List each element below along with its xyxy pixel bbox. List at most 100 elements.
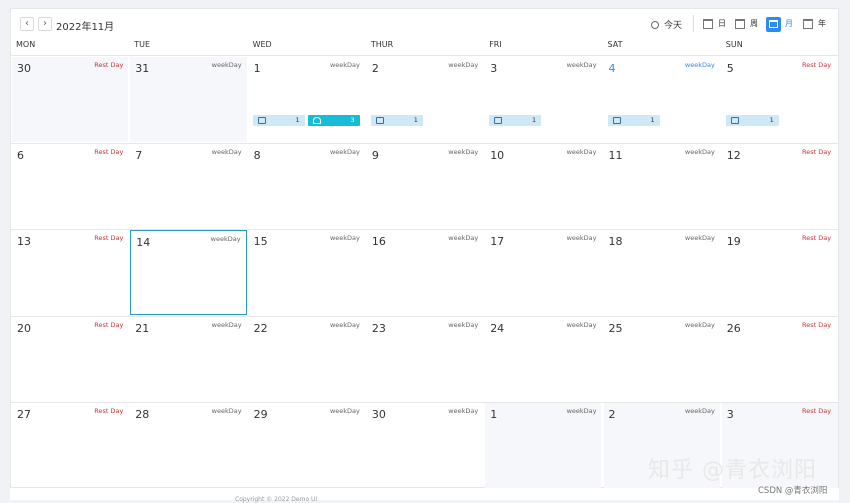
day-number: 10 bbox=[490, 148, 505, 162]
day-cell[interactable]: 1 weekDay bbox=[485, 403, 602, 488]
day-cell[interactable]: 23 weekDay bbox=[367, 317, 483, 402]
day-cell[interactable]: 19 Rest Day bbox=[722, 230, 838, 315]
year-view-icon bbox=[803, 19, 813, 29]
task-count-badge[interactable]: 1 bbox=[725, 115, 779, 126]
day-view-icon bbox=[703, 19, 713, 29]
view-day-label: 日 bbox=[718, 19, 726, 28]
briefcase-icon bbox=[257, 117, 266, 124]
day-number: 29 bbox=[253, 408, 268, 421]
day-cell[interactable]: 13 Rest Day bbox=[12, 230, 128, 315]
view-week-button[interactable]: 周 bbox=[735, 16, 758, 32]
person-icon bbox=[312, 117, 321, 124]
weekday-tag: weekDay bbox=[566, 61, 597, 69]
day-cell[interactable]: 20 Rest Day bbox=[12, 317, 128, 402]
view-month-button[interactable]: 月 bbox=[766, 16, 793, 32]
day-cell[interactable]: 14 weekDay bbox=[130, 230, 247, 315]
day-number: 19 bbox=[726, 235, 741, 248]
day-cell[interactable]: 9 weekDay bbox=[367, 144, 483, 229]
day-cell[interactable]: 24 weekDay bbox=[485, 317, 601, 402]
next-month-button[interactable]: › bbox=[38, 17, 52, 31]
view-day-button[interactable]: 日 bbox=[703, 16, 726, 32]
day-cell[interactable]: 17 weekDay bbox=[485, 230, 601, 315]
month-view-icon bbox=[769, 20, 778, 28]
day-cell[interactable]: 8 weekDay bbox=[249, 144, 365, 229]
day-cell[interactable]: 2 weekDay 1 bbox=[367, 57, 483, 142]
view-year-button[interactable]: 年 bbox=[803, 16, 826, 32]
day-cell[interactable]: 11 weekDay bbox=[604, 144, 720, 229]
day-cell[interactable]: 7 weekDay bbox=[130, 144, 246, 229]
csdn-watermark: CSDN @青衣浏阳 bbox=[758, 486, 828, 496]
weekday-tag: weekDay bbox=[329, 147, 360, 156]
weekday-thur: THUR bbox=[370, 40, 394, 49]
day-number: 16 bbox=[371, 235, 386, 248]
weekday-tag: weekDay bbox=[329, 234, 360, 242]
header-divider bbox=[11, 55, 838, 56]
day-cell[interactable]: 4 weekDay 1 bbox=[604, 57, 720, 142]
prev-month-button[interactable]: ‹ bbox=[20, 17, 34, 31]
month-title: 2022年11月 bbox=[56, 22, 115, 33]
day-cell[interactable]: 21 weekDay bbox=[130, 317, 246, 402]
weekday-tag: weekDay bbox=[566, 147, 597, 156]
watermark-text: 知乎 @青衣浏阳 bbox=[648, 458, 817, 483]
weekday-tag: weekDay bbox=[684, 61, 715, 69]
attendee-count-badge[interactable]: 3 bbox=[307, 115, 360, 126]
day-number: 21 bbox=[135, 321, 150, 335]
view-month-label: 月 bbox=[785, 19, 793, 28]
weekday-tag: weekDay bbox=[566, 234, 597, 242]
weekday-tag: weekDay bbox=[329, 61, 360, 69]
weekday-tag: weekDay bbox=[684, 320, 715, 329]
task-count-badge[interactable]: 1 bbox=[370, 115, 423, 126]
weekday-tag: weekDay bbox=[211, 147, 242, 156]
day-cell[interactable]: 18 weekDay bbox=[604, 230, 720, 315]
rest-day-tag: Rest Day bbox=[802, 147, 832, 156]
day-cell[interactable]: 27 Rest Day bbox=[12, 403, 128, 488]
day-cell[interactable]: 1 weekDay 1 3 bbox=[249, 57, 365, 142]
weekday-tag: weekDay bbox=[684, 234, 715, 242]
weekday-tag: weekDay bbox=[448, 407, 479, 415]
day-number: 3 bbox=[726, 408, 734, 421]
day-cell[interactable]: 30 Rest Day bbox=[12, 57, 129, 142]
day-cell[interactable]: 3 weekDay 1 bbox=[485, 57, 601, 142]
day-number: 27 bbox=[17, 408, 31, 421]
day-cell[interactable]: 29 weekDay bbox=[249, 403, 365, 488]
day-cell[interactable]: 25 weekDay bbox=[604, 317, 720, 402]
task-count-badge[interactable]: 1 bbox=[607, 115, 660, 126]
day-number: 20 bbox=[17, 321, 31, 335]
weekday-tag: weekDay bbox=[566, 320, 597, 329]
day-cell[interactable]: 12 Rest Day bbox=[722, 144, 838, 229]
rest-day-tag: Rest Day bbox=[94, 234, 124, 242]
day-number: 9 bbox=[371, 148, 379, 162]
day-number: 13 bbox=[17, 235, 31, 248]
day-cell[interactable]: 22 weekDay bbox=[249, 317, 365, 402]
day-number: 12 bbox=[726, 148, 741, 162]
task-count-badge[interactable]: 1 bbox=[489, 115, 542, 126]
rest-day-tag: Rest Day bbox=[802, 234, 832, 242]
badge-count: 1 bbox=[295, 116, 300, 124]
chevron-right-icon: › bbox=[43, 18, 47, 29]
day-cell[interactable]: 5 Rest Day 1 bbox=[722, 57, 838, 142]
day-number: 30 bbox=[371, 408, 386, 421]
day-cell[interactable]: 30 weekDay bbox=[367, 403, 483, 488]
task-count-badge[interactable]: 1 bbox=[252, 115, 305, 126]
weekday-tag: weekDay bbox=[684, 147, 715, 156]
badge-count: 3 bbox=[350, 116, 355, 124]
day-number: 11 bbox=[608, 148, 623, 162]
weekday-tag: weekDay bbox=[211, 407, 242, 415]
day-number: 22 bbox=[253, 321, 268, 335]
day-cell[interactable]: 26 Rest Day bbox=[722, 317, 838, 402]
day-cell[interactable]: 31 weekDay bbox=[130, 57, 247, 142]
day-cell[interactable]: 16 weekDay bbox=[367, 230, 483, 315]
today-button[interactable]: 今天 bbox=[651, 18, 682, 31]
day-number: 25 bbox=[608, 321, 623, 335]
view-year-label: 年 bbox=[818, 19, 826, 28]
day-cell[interactable]: 6 Rest Day bbox=[12, 144, 128, 229]
badge-count: 1 bbox=[769, 116, 774, 124]
day-cell[interactable]: 28 weekDay bbox=[130, 403, 246, 488]
weekday-fri: FRI bbox=[489, 40, 502, 49]
weekday-tag: weekDay bbox=[684, 407, 715, 415]
day-cell[interactable]: 10 weekDay bbox=[485, 144, 601, 229]
weekday-tag: weekDay bbox=[566, 407, 597, 415]
weekday-tue: TUE bbox=[134, 40, 151, 49]
day-number: 6 bbox=[17, 148, 24, 162]
day-cell[interactable]: 15 weekDay bbox=[249, 230, 365, 315]
